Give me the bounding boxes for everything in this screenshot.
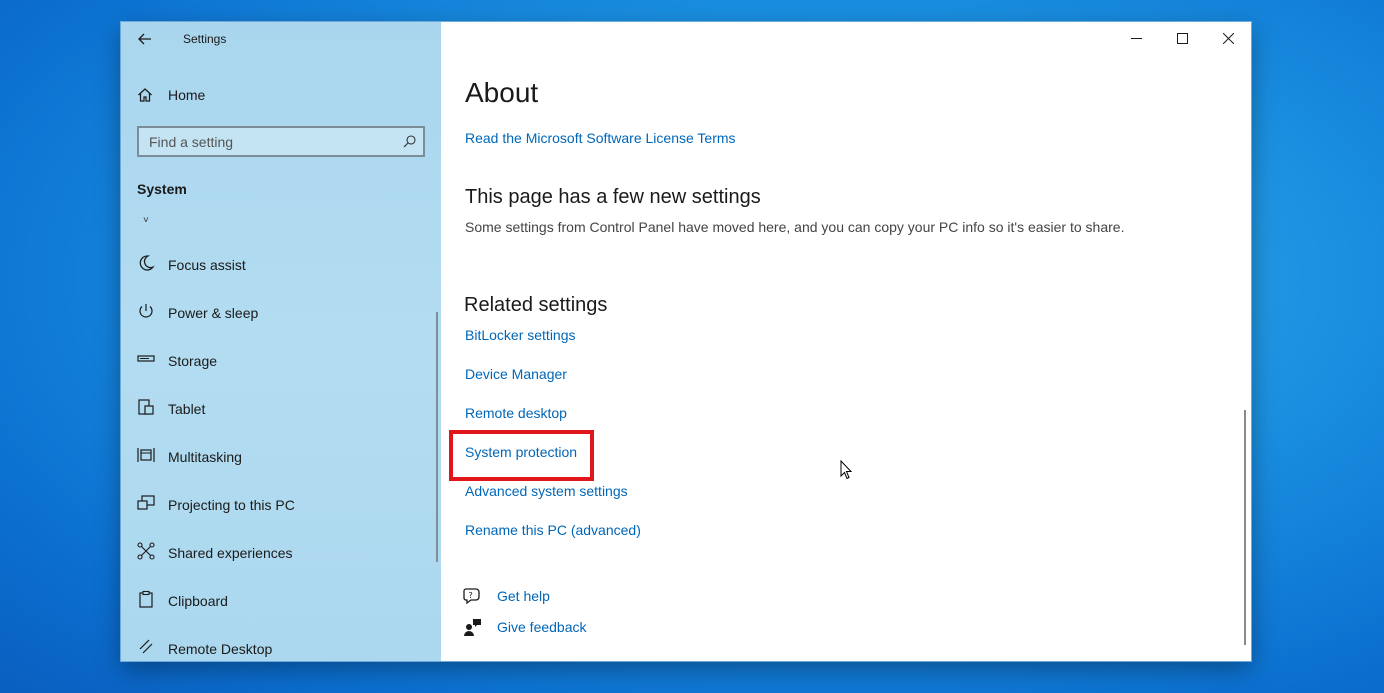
sidebar-item-label: Storage bbox=[168, 353, 218, 369]
main-content: About Read the Microsoft Software Licens… bbox=[441, 22, 1251, 661]
sidebar-item-shared-experiences[interactable]: Shared experiences bbox=[121, 529, 437, 577]
mouse-cursor-icon bbox=[840, 460, 853, 480]
home-icon bbox=[138, 88, 152, 102]
sidebar-nav: Focus assist Power & sleep Storage Table… bbox=[121, 241, 441, 661]
clipboard-icon bbox=[139, 590, 153, 608]
back-arrow-icon bbox=[138, 33, 151, 45]
sidebar-item-label: Focus assist bbox=[168, 257, 246, 273]
highlight-box bbox=[449, 430, 594, 481]
minimize-button[interactable] bbox=[1113, 22, 1159, 54]
bitlocker-settings-link[interactable]: BitLocker settings bbox=[465, 327, 576, 343]
search-box[interactable] bbox=[137, 126, 425, 157]
sidebar-item-remote-desktop[interactable]: Remote Desktop bbox=[121, 625, 437, 661]
main-scrollbar[interactable] bbox=[1244, 410, 1246, 645]
multitasking-icon bbox=[137, 448, 155, 462]
help-chat-icon: ? bbox=[463, 588, 480, 605]
search-icon[interactable] bbox=[403, 135, 416, 148]
tablet-icon bbox=[138, 399, 154, 415]
svg-text:?: ? bbox=[469, 591, 473, 600]
close-icon bbox=[1222, 32, 1234, 44]
sidebar-scrollbar[interactable] bbox=[436, 312, 438, 562]
remote-desktop-icon bbox=[139, 639, 153, 654]
moon-icon bbox=[139, 255, 155, 271]
sidebar-item-storage[interactable]: Storage bbox=[121, 337, 437, 385]
maximize-icon bbox=[1176, 32, 1188, 44]
projector-icon bbox=[137, 495, 155, 510]
license-terms-link[interactable]: Read the Microsoft Software License Term… bbox=[465, 130, 736, 146]
related-settings-heading: Related settings bbox=[464, 294, 608, 316]
remote-desktop-link[interactable]: Remote desktop bbox=[465, 405, 567, 421]
rename-pc-link[interactable]: Rename this PC (advanced) bbox=[465, 522, 641, 538]
new-settings-heading: This page has a few new settings bbox=[465, 186, 761, 208]
minimize-icon bbox=[1130, 37, 1142, 39]
page-title: About bbox=[465, 77, 539, 108]
sidebar-item-label: Clipboard bbox=[168, 593, 228, 609]
sidebar-item-label: Projecting to this PC bbox=[168, 497, 295, 513]
storage-icon bbox=[137, 355, 155, 362]
app-title: Settings bbox=[183, 32, 227, 46]
power-icon bbox=[139, 304, 153, 318]
caption-buttons bbox=[1113, 22, 1251, 54]
close-button[interactable] bbox=[1205, 22, 1251, 54]
new-settings-description: Some settings from Control Panel have mo… bbox=[465, 219, 1125, 235]
sidebar: Settings Home System ˅ Focus assist bbox=[121, 22, 441, 661]
sidebar-item-label: Multitasking bbox=[168, 449, 242, 465]
get-help-label: Get help bbox=[497, 588, 550, 604]
feedback-icon bbox=[464, 619, 481, 636]
collapse-marker: ˅ bbox=[143, 215, 149, 226]
advanced-system-settings-link[interactable]: Advanced system settings bbox=[465, 483, 628, 499]
sidebar-item-label: Shared experiences bbox=[168, 545, 293, 561]
share-icon bbox=[137, 542, 155, 560]
maximize-button[interactable] bbox=[1159, 22, 1205, 54]
give-feedback-label: Give feedback bbox=[497, 619, 587, 635]
sidebar-item-clipboard[interactable]: Clipboard bbox=[121, 577, 437, 625]
back-button[interactable] bbox=[131, 27, 159, 51]
section-title: System bbox=[137, 181, 187, 197]
sidebar-item-label: Tablet bbox=[168, 401, 206, 417]
sidebar-item-projecting[interactable]: Projecting to this PC bbox=[121, 481, 437, 529]
sidebar-item-power-sleep[interactable]: Power & sleep bbox=[121, 289, 437, 337]
home-label: Home bbox=[168, 87, 206, 103]
sidebar-item-label: Power & sleep bbox=[168, 305, 259, 321]
search-input[interactable] bbox=[139, 128, 389, 155]
title-bar-left: Settings bbox=[121, 22, 441, 56]
home-nav-item[interactable]: Home bbox=[121, 80, 441, 110]
sidebar-item-tablet[interactable]: Tablet bbox=[121, 385, 437, 433]
settings-window: Settings Home System ˅ Focus assist bbox=[121, 22, 1251, 661]
sidebar-item-focus-assist[interactable]: Focus assist bbox=[121, 241, 437, 289]
device-manager-link[interactable]: Device Manager bbox=[465, 366, 567, 382]
sidebar-item-label: Remote Desktop bbox=[168, 641, 273, 657]
sidebar-item-multitasking[interactable]: Multitasking bbox=[121, 433, 437, 481]
